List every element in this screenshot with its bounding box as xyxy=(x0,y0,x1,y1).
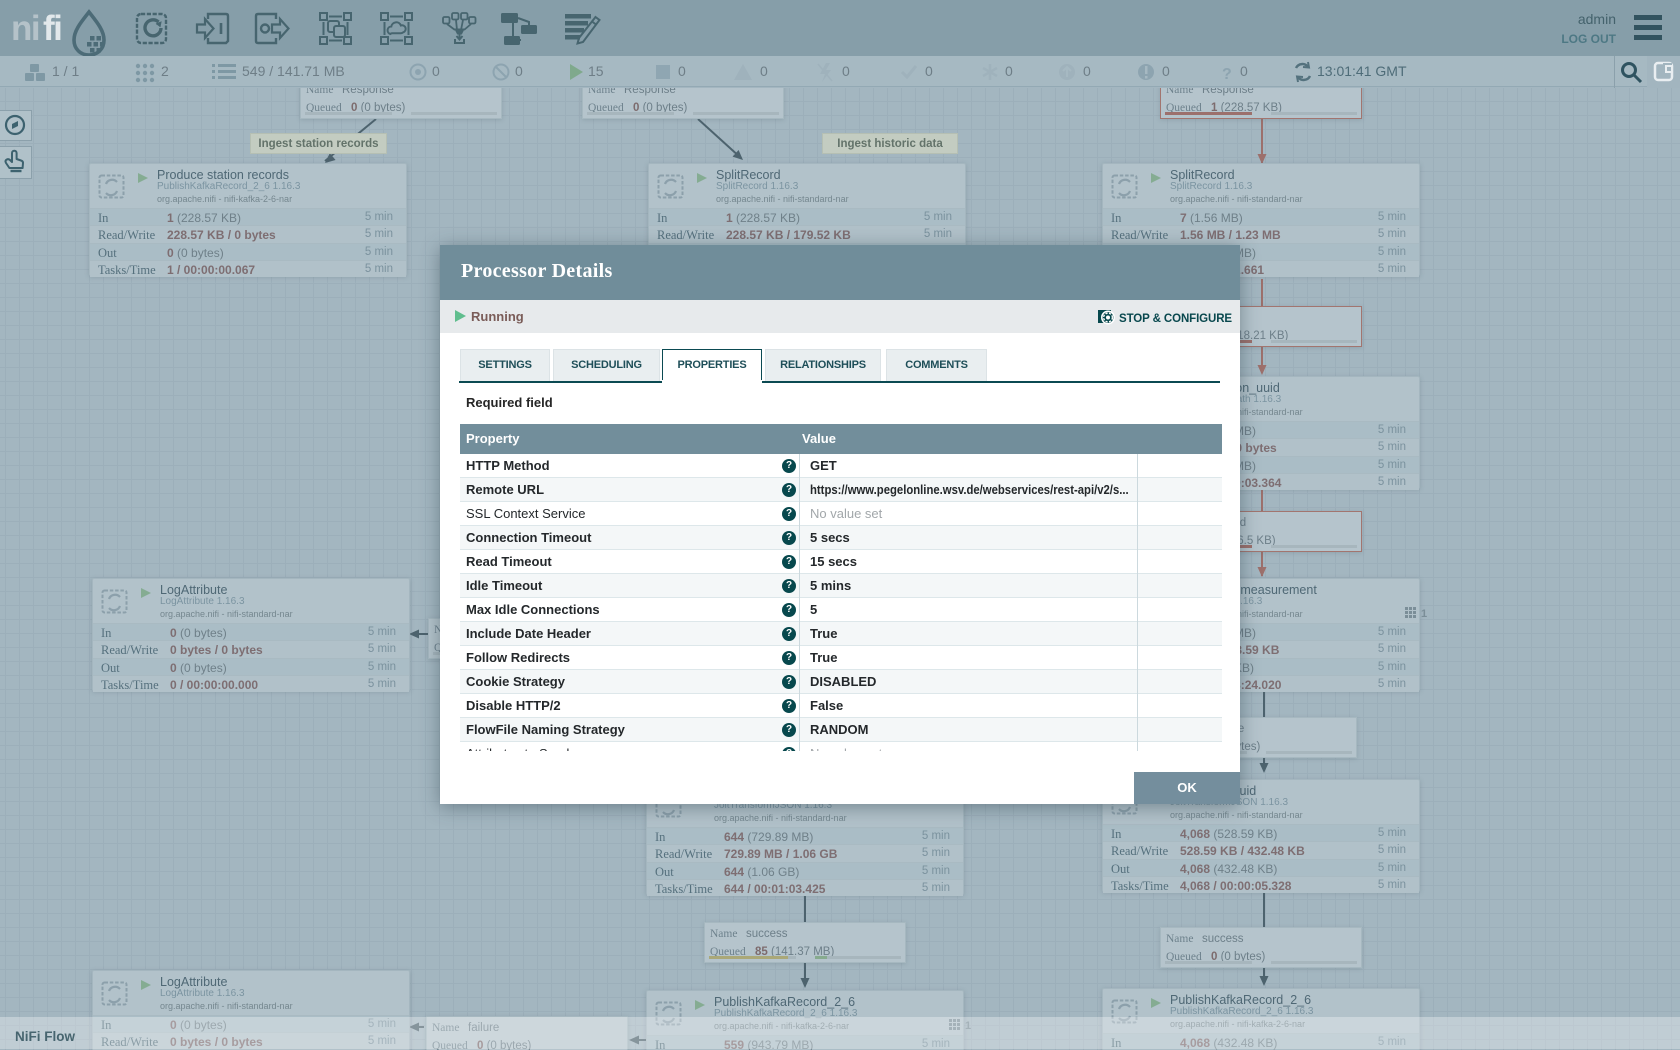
svg-text:fi: fi xyxy=(43,9,61,48)
svg-text:ni: ni xyxy=(11,9,39,48)
svg-text:LOG OUT: LOG OUT xyxy=(1561,32,1616,46)
svg-text:admin: admin xyxy=(1578,11,1616,27)
svg-text:?: ? xyxy=(1222,66,1232,83)
svg-text:1: 1 xyxy=(1421,608,1427,618)
